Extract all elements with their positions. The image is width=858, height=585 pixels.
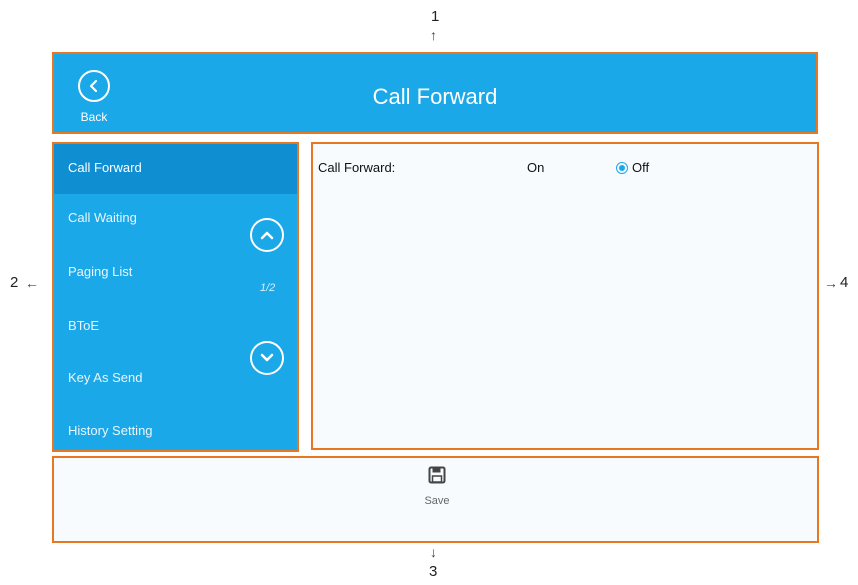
sidebar-item-call-forward[interactable]: Call Forward — [54, 144, 297, 194]
page-indicator: 1/2 — [260, 282, 276, 294]
sidebar-item-key-as-send[interactable]: Key As Send — [54, 354, 244, 404]
call-forward-label: Call Forward: — [318, 160, 396, 175]
scroll-down-button[interactable] — [250, 341, 284, 375]
floppy-disk-icon — [428, 466, 446, 484]
arrow-down-icon: ↓ — [430, 544, 437, 560]
soft-key-bar: Save — [52, 456, 819, 543]
settings-sidebar: Call Forward Call Waiting Paging List BT… — [52, 142, 299, 452]
arrow-right-icon: → — [824, 275, 838, 291]
sidebar-item-history-setting[interactable]: History Setting — [54, 407, 244, 457]
arrow-left-icon: ← — [25, 275, 39, 291]
back-label: Back — [80, 110, 108, 124]
save-button[interactable]: Save — [414, 466, 460, 516]
callout-1: 1 — [431, 8, 440, 25]
option-off-label: Off — [632, 160, 650, 175]
settings-content: Call Forward: On Off — [311, 142, 819, 450]
page-title: Call Forward — [372, 84, 498, 109]
chevron-up-icon — [260, 231, 274, 240]
chevron-down-icon — [260, 353, 274, 362]
title-bar: Back Call Forward — [52, 52, 818, 134]
option-on-label: On — [527, 160, 545, 175]
callout-4: 4 — [840, 274, 849, 291]
callout-2: 2 — [10, 274, 19, 291]
sidebar-item-paging-list[interactable]: Paging List — [54, 248, 244, 298]
option-on[interactable]: On — [527, 160, 544, 175]
option-off[interactable]: Off — [616, 160, 649, 175]
sidebar-item-call-waiting[interactable]: Call Waiting — [54, 194, 244, 244]
callout-3: 3 — [429, 563, 438, 580]
radio-selected-icon — [616, 161, 628, 174]
sidebar-item-btoe[interactable]: BToE — [54, 302, 244, 352]
scroll-up-button[interactable] — [250, 218, 284, 252]
save-label: Save — [424, 495, 450, 507]
arrow-up-icon: ↑ — [430, 27, 437, 43]
